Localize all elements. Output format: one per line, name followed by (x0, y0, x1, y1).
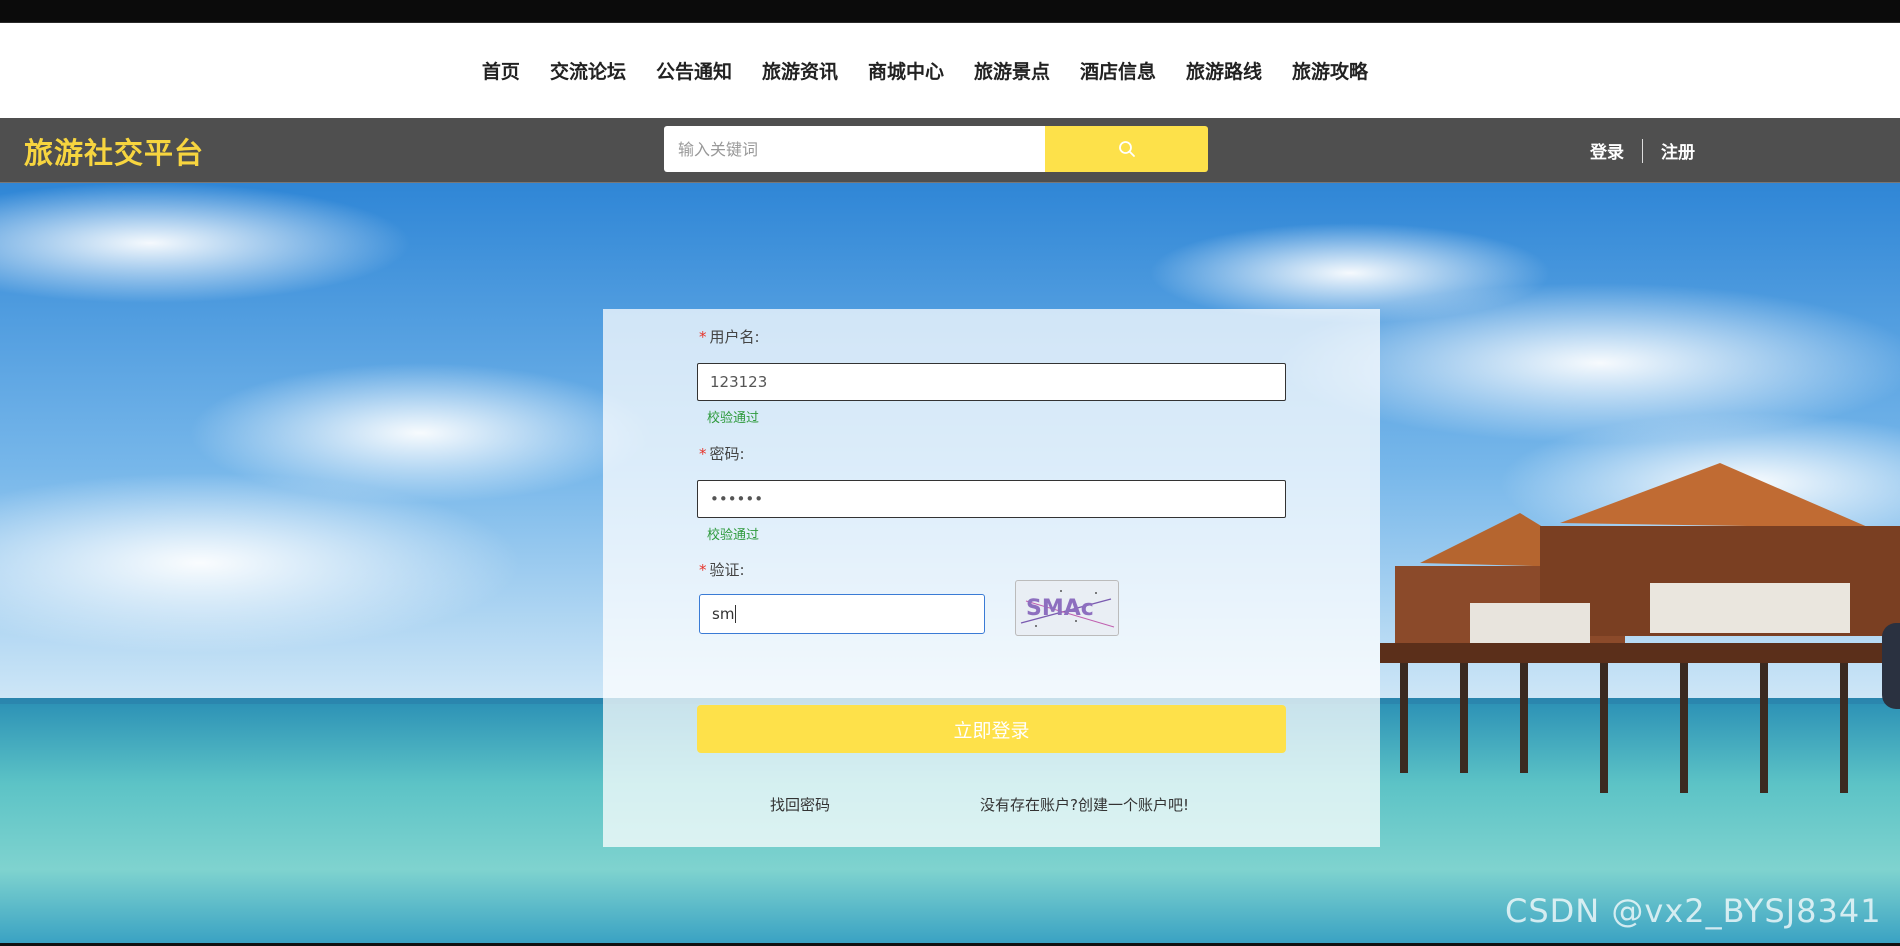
password-label: * 密码: (699, 445, 745, 463)
nav-item-guides[interactable]: 旅游攻略 (1277, 57, 1383, 84)
captcha-label: * 验证: (699, 561, 745, 579)
captcha-input[interactable]: sm (699, 594, 985, 634)
watermark-text: CSDN @vx2_BYSJ8341 (1505, 892, 1882, 930)
nav-item-news[interactable]: 旅游资讯 (747, 57, 853, 84)
search-input[interactable] (664, 126, 1045, 172)
password-value: •••••• (710, 490, 764, 508)
password-input[interactable]: •••••• (697, 480, 1286, 518)
search-icon (1118, 141, 1135, 157)
site-brand: 旅游社交平台 (24, 136, 205, 170)
search-button[interactable] (1045, 126, 1208, 172)
captcha-value: sm (712, 605, 735, 623)
login-form: * 用户名: 123123 校验通过 * 密码: •••••• 校验通过 * 验证: … (603, 309, 1380, 847)
nav-list: 首页 交流论坛 公告通知 旅游资讯 商城中心 旅游景点 酒店信息 旅游路线 旅游… (467, 57, 1383, 84)
nav-item-notice[interactable]: 公告通知 (641, 57, 747, 84)
username-status: 校验通过 (707, 411, 760, 426)
nav-item-hotels[interactable]: 酒店信息 (1065, 57, 1171, 84)
register-link[interactable]: 注册 (1661, 138, 1695, 163)
login-submit-button[interactable]: 立即登录 (697, 705, 1286, 753)
password-status: 校验通过 (707, 528, 760, 543)
captcha-graphic: SMAc (1020, 590, 1115, 628)
username-label: * 用户名: (699, 328, 760, 346)
nav-item-forum[interactable]: 交流论坛 (535, 57, 641, 84)
main-nav: 首页 交流论坛 公告通知 旅游资讯 商城中心 旅游景点 酒店信息 旅游路线 旅游… (0, 23, 1900, 118)
nav-item-home[interactable]: 首页 (467, 57, 535, 84)
nav-item-attractions[interactable]: 旅游景点 (959, 57, 1065, 84)
auth-links: 登录 注册 (1590, 138, 1695, 163)
site-header: 旅游社交平台 登录 注册 (0, 118, 1900, 183)
side-float-tab[interactable] (1882, 623, 1900, 709)
browser-top-bar (0, 0, 1900, 23)
captcha-code: SMAc (1026, 596, 1094, 621)
login-link[interactable]: 登录 (1590, 138, 1624, 163)
auth-divider (1642, 138, 1643, 163)
username-input[interactable]: 123123 (697, 363, 1286, 401)
nav-item-mall[interactable]: 商城中心 (853, 57, 959, 84)
username-value: 123123 (710, 373, 768, 391)
create-account-link[interactable]: 没有存在账户?创建一个账户吧! (980, 794, 1189, 815)
captcha-image[interactable]: SMAc (1015, 580, 1119, 636)
forgot-password-link[interactable]: 找回密码 (770, 794, 830, 815)
nav-item-routes[interactable]: 旅游路线 (1171, 57, 1277, 84)
